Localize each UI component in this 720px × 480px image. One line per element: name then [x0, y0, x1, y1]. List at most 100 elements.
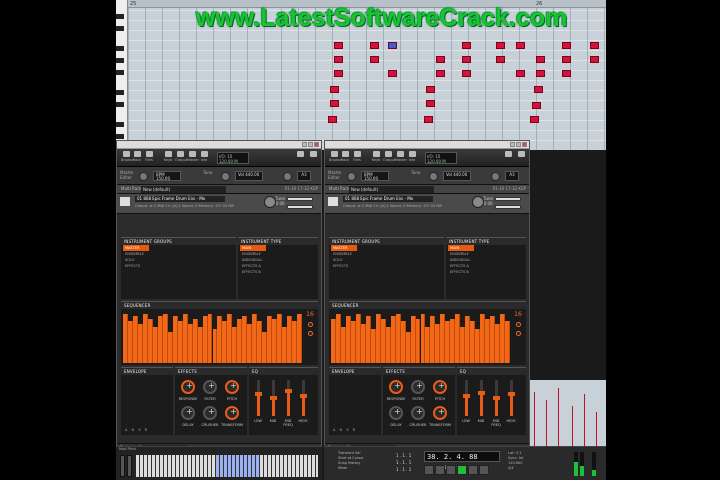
piano-key[interactable] [116, 134, 124, 139]
midi-note[interactable] [426, 86, 435, 93]
midi-note[interactable] [516, 42, 525, 49]
virtual-keyboard[interactable]: Mod Pitch [116, 446, 322, 480]
view-button[interactable] [503, 151, 513, 165]
rack-aux[interactable]: 17-32 KSP [298, 186, 318, 191]
close-icon[interactable] [522, 142, 527, 147]
eq-fader-handle[interactable] [255, 392, 262, 397]
midi-note[interactable] [496, 42, 505, 49]
fx-knob-transform[interactable] [225, 406, 239, 420]
tune-knob[interactable] [429, 172, 438, 181]
piano-key[interactable] [116, 14, 124, 19]
fx-knob-response[interactable] [181, 380, 195, 394]
type-item-effects-b[interactable]: EFFECTS B [446, 269, 526, 275]
fx-knob-pitch[interactable] [433, 380, 447, 394]
tune-knob[interactable] [221, 172, 230, 181]
files-button[interactable]: Files [352, 151, 362, 165]
maximize-icon[interactable] [516, 142, 521, 147]
fx-knob-transform[interactable] [433, 406, 447, 420]
rack-range[interactable]: 01-16 [285, 186, 297, 191]
piano-key[interactable] [116, 102, 124, 107]
velocity-bar[interactable] [572, 406, 573, 450]
ref-knob[interactable] [491, 172, 500, 181]
midi-note[interactable] [334, 70, 343, 77]
midi-note[interactable] [370, 42, 379, 49]
seq-power-icon[interactable] [515, 331, 521, 336]
fx-knob-delay[interactable] [389, 406, 403, 420]
master-button[interactable]: Master [187, 151, 199, 165]
eq-fader-handle[interactable] [270, 396, 277, 400]
fx-knob-response[interactable] [389, 380, 403, 394]
loop-button[interactable] [479, 465, 489, 475]
fx-knob-crusher[interactable] [411, 406, 425, 420]
view-button[interactable] [295, 151, 305, 165]
keyboard-button[interactable]: Keyb [163, 151, 173, 165]
instrument-volume-slider[interactable] [495, 197, 521, 201]
piano-key[interactable] [116, 58, 124, 63]
midi-note[interactable] [436, 56, 445, 63]
midi-note[interactable] [496, 56, 505, 63]
eq-fader-handle[interactable] [478, 390, 485, 395]
midi-note[interactable] [436, 70, 445, 77]
pitch-wheel[interactable] [127, 455, 132, 477]
fx-knob-delay[interactable] [181, 406, 195, 420]
forward-button[interactable] [468, 465, 478, 475]
velocity-lane[interactable] [524, 380, 606, 450]
piano-roll-keys[interactable] [116, 0, 128, 150]
files-button[interactable]: Files [144, 151, 154, 165]
piano-key[interactable] [116, 70, 124, 75]
instrument-pan-slider[interactable] [495, 205, 521, 209]
fx-knob-filter[interactable] [203, 380, 217, 394]
midi-note[interactable] [530, 116, 539, 123]
midi-note[interactable] [426, 100, 435, 107]
type-item-effects-b[interactable]: EFFECTS B [238, 269, 318, 275]
group-item-effects[interactable]: EFFECTS [121, 263, 236, 269]
sequencer-steps[interactable] [331, 311, 510, 363]
kontakt-window-left[interactable]: Browse Rack Files Keyb Output Master Inf… [116, 140, 322, 452]
position-display[interactable]: 38. 2. 4. 88 0:00:10.312 [424, 451, 500, 470]
sequencer-step[interactable] [505, 321, 510, 363]
piano-key[interactable] [116, 26, 124, 31]
piano-roll[interactable]: 25 26 www.LatestSoftwareCrack.com [116, 0, 606, 150]
close-icon[interactable] [314, 142, 319, 147]
midi-note[interactable] [328, 116, 337, 123]
eq-fader-handle[interactable] [493, 396, 500, 400]
rack-range[interactable]: 01-16 [493, 186, 505, 191]
info-button[interactable]: Info [407, 151, 417, 165]
master-vol-knob[interactable] [347, 172, 356, 181]
vol-box[interactable]: Vol 440.00 [235, 171, 263, 181]
rack-button[interactable]: Rack [132, 151, 142, 165]
eq-fader[interactable] [478, 380, 485, 416]
eq-fader[interactable] [285, 380, 292, 416]
info-button[interactable]: Info [199, 151, 209, 165]
minimize-icon[interactable] [302, 142, 307, 147]
eq-fader-handle[interactable] [285, 388, 292, 393]
eq-fader-handle[interactable] [300, 394, 307, 399]
mod-wheel[interactable] [120, 455, 125, 477]
velocity-bar[interactable] [546, 400, 547, 450]
instrument-pan-slider[interactable] [287, 205, 313, 209]
seq-mode-icon[interactable] [307, 322, 313, 327]
bpm-box[interactable]: BPM 150.00 [153, 171, 181, 181]
instrument-name[interactable]: 01 808 Epic Frame Drum Ens - Mo [343, 196, 433, 202]
eq-fader[interactable] [493, 380, 500, 416]
midi-note[interactable] [534, 86, 543, 93]
eq-fader-handle[interactable] [508, 392, 515, 397]
seq-mode-icon[interactable] [515, 322, 521, 327]
midi-note[interactable] [462, 56, 471, 63]
step-count[interactable]: 16 [304, 311, 316, 318]
keyboard-button[interactable]: Keyb [371, 151, 381, 165]
kontakt-logo-button[interactable] [308, 151, 318, 165]
midi-note[interactable] [334, 56, 343, 63]
midi-note[interactable] [532, 102, 541, 109]
velocity-bar[interactable] [596, 412, 597, 450]
master-button[interactable]: Master [395, 151, 407, 165]
maximize-icon[interactable] [308, 142, 313, 147]
key-box[interactable]: A3 [297, 171, 311, 181]
step-count[interactable]: 16 [512, 311, 524, 318]
sequencer-steps[interactable] [123, 311, 302, 363]
ref-knob[interactable] [283, 172, 292, 181]
midi-note[interactable] [330, 86, 339, 93]
midi-note[interactable] [334, 42, 343, 49]
midi-note[interactable] [330, 100, 339, 107]
velocity-bar[interactable] [534, 392, 535, 450]
